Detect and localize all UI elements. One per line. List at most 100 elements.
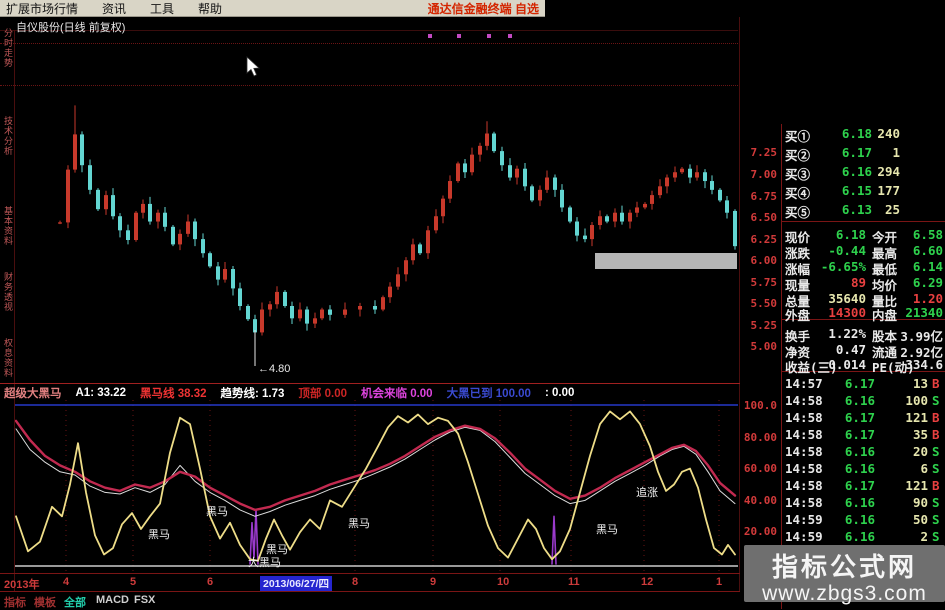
tape-price: 6.16	[844, 444, 875, 459]
sidebar-tab-1[interactable]: 分时走势	[1, 28, 14, 68]
tape-row-2[interactable]: 14:58 6.16 100 S	[785, 393, 945, 408]
bid-label: 买⑤	[785, 205, 811, 220]
menu-item-4[interactable]: 帮助	[198, 0, 222, 17]
signal-label: 黑马	[348, 518, 370, 530]
indicator-name: 超级大黑马	[4, 388, 62, 400]
candle-body	[358, 306, 362, 310]
candle-body	[388, 286, 392, 298]
candle-body	[313, 318, 317, 324]
tape-row-3[interactable]: 14:58 6.17 121 B	[785, 410, 945, 425]
candle-body	[104, 195, 108, 210]
candle-body	[478, 145, 482, 155]
tape-side: S	[932, 444, 940, 459]
tape-row-9[interactable]: 14:59 6.16 50 S	[785, 512, 945, 527]
bottom-tab-模板[interactable]: 模板	[34, 594, 56, 610]
bid-volume: 1	[892, 145, 900, 160]
candle-body	[126, 230, 130, 240]
tape-row-8[interactable]: 14:58 6.16 90 S	[785, 495, 945, 510]
bid-volume: 177	[877, 183, 900, 198]
date-axis-border	[0, 591, 740, 592]
candle-body	[434, 216, 438, 231]
candle-body	[96, 189, 100, 210]
candle-body	[305, 309, 309, 324]
trading-terminal-window: 扩展市场行情 资讯 工具 帮助 通达信金融终端 自选 自仪股份(日线 前复权) ←4.…	[0, 0, 945, 609]
tape-volume: 121	[905, 478, 928, 493]
candle-body	[665, 177, 669, 187]
candle-body	[710, 181, 714, 190]
stat-value: 6.58	[912, 227, 943, 242]
date-tick: 5	[130, 576, 137, 588]
tape-row-10[interactable]: 14:59 6.16 2 S	[785, 529, 945, 544]
price-axis-label: 6.00	[750, 254, 778, 267]
bottom-tab-全部[interactable]: 全部	[64, 594, 86, 610]
tape-side: B	[932, 478, 940, 493]
candle-body	[553, 177, 557, 190]
candle-body	[538, 189, 542, 201]
tape-row-6[interactable]: 14:58 6.16 6 S	[785, 461, 945, 476]
low-annotation-label: ←4.80	[258, 363, 290, 375]
tape-row-1[interactable]: 14:57 6.17 13 B	[785, 376, 945, 391]
sidebar-tab-3[interactable]: 基本资料	[1, 206, 14, 246]
bottom-tab-指标[interactable]: 指标	[4, 594, 26, 610]
tape-price: 6.16	[844, 495, 875, 510]
candle-body	[171, 226, 175, 245]
menu-item-1[interactable]: 扩展市场行情	[6, 0, 78, 17]
tape-row-5[interactable]: 14:58 6.16 20 S	[785, 444, 945, 459]
sidebar-tab-2[interactable]: 技术分析	[1, 116, 14, 156]
param-heima-line: 黑马线 38.32	[140, 388, 207, 400]
signal-mark-icon	[508, 34, 512, 38]
fund-stat-row-2: 净资 0.47 流通 2.92亿	[785, 342, 945, 360]
stat-value: 14300	[828, 305, 866, 320]
menu-item-2[interactable]: 资讯	[102, 0, 126, 17]
sidebar-tab-4[interactable]: 财务透视	[1, 272, 14, 312]
tape-row-4[interactable]: 14:58 6.17 35 B	[785, 427, 945, 442]
chart-right-border	[739, 17, 740, 591]
heima-trend-line	[14, 419, 737, 512]
date-tick: 1	[716, 576, 723, 588]
date-tick: 12	[641, 576, 654, 588]
stat-value: 6.29	[912, 275, 943, 290]
tape-side: B	[932, 427, 940, 442]
mouse-cursor-icon	[246, 56, 260, 77]
candle-body	[275, 291, 279, 305]
signal-mark-icon	[428, 34, 432, 38]
tape-row-7[interactable]: 14:58 6.17 121 B	[785, 478, 945, 493]
left-strip-divider	[14, 30, 15, 591]
site-watermark: 指标公式网 www.zbgs3.com	[744, 545, 945, 605]
candle-body	[208, 253, 212, 267]
bottom-tab-fsx[interactable]: FSX	[134, 594, 155, 606]
tape-side: S	[932, 529, 940, 544]
candle-body	[201, 239, 205, 254]
bid-volume: 294	[877, 164, 900, 179]
candle-body	[492, 133, 496, 152]
bottom-tab-macd[interactable]: MACD	[96, 594, 129, 606]
candle-body	[575, 221, 579, 236]
stat-row-2: 涨跌 -0.44 最高 6.60	[785, 243, 945, 261]
candle-body	[523, 168, 527, 187]
menu-bar: 扩展市场行情 资讯 工具 帮助 通达信金融终端 自选	[0, 0, 545, 17]
stat-row-1: 现价 6.18 今开 6.58	[785, 227, 945, 245]
bid-volume: 25	[884, 202, 900, 217]
bid-label: 买①	[785, 129, 811, 144]
stat-value: -6.65%	[820, 259, 866, 274]
date-axis-year: 2013年	[4, 579, 40, 591]
stat-value: 1.22%	[828, 326, 866, 341]
indicator-axis-label: 80.00	[743, 431, 777, 444]
signal-label: 大黑马	[248, 557, 281, 569]
menu-item-3[interactable]: 工具	[150, 0, 174, 17]
stat-row-3: 涨幅 -6.65% 最低 6.14	[785, 259, 945, 277]
signal-label: 黑马	[596, 524, 618, 536]
tape-side: S	[932, 393, 940, 408]
candle-body	[680, 168, 684, 173]
stat-row-5: 总量 35640 量比 1.20	[785, 291, 945, 309]
candle-body	[186, 221, 190, 234]
candle-body	[58, 222, 62, 224]
tape-volume: 20	[912, 444, 928, 459]
menu-items: 扩展市场行情 资讯 工具 帮助	[6, 0, 246, 17]
tape-price: 6.16	[844, 461, 875, 476]
candle-body	[320, 309, 324, 319]
stat-row-4: 现量 89 均价 6.29	[785, 275, 945, 293]
sidebar-tab-5[interactable]: 权息资料	[1, 338, 14, 378]
param-extra: : 0.00	[544, 387, 575, 399]
stat-value: -0.44	[828, 243, 866, 258]
